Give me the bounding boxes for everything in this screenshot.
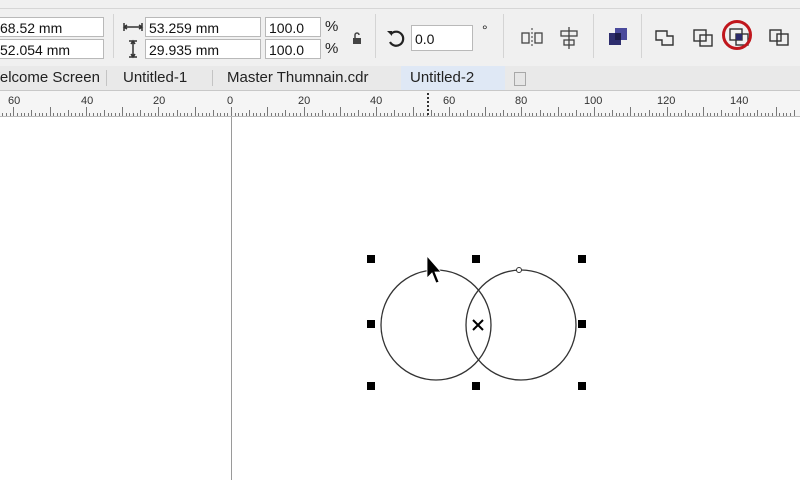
selection-handle-bottom-center[interactable] <box>472 382 480 390</box>
selection-handle-bottom-left[interactable] <box>367 382 375 390</box>
circle-right[interactable] <box>465 269 577 381</box>
selection-handle-middle-left[interactable] <box>367 320 375 328</box>
selection-handle-top-right[interactable] <box>578 255 586 263</box>
circle-left[interactable] <box>380 269 492 381</box>
center-x-marker[interactable] <box>472 319 484 331</box>
selection-handle-middle-right[interactable] <box>578 320 586 328</box>
selected-objects <box>380 254 577 381</box>
selection-handle-bottom-right[interactable] <box>578 382 586 390</box>
mouse-pointer-icon <box>426 254 442 284</box>
selection-handle-top-center[interactable] <box>472 255 480 263</box>
node-marker[interactable] <box>516 267 522 273</box>
selection-handle-top-left[interactable] <box>367 255 375 263</box>
